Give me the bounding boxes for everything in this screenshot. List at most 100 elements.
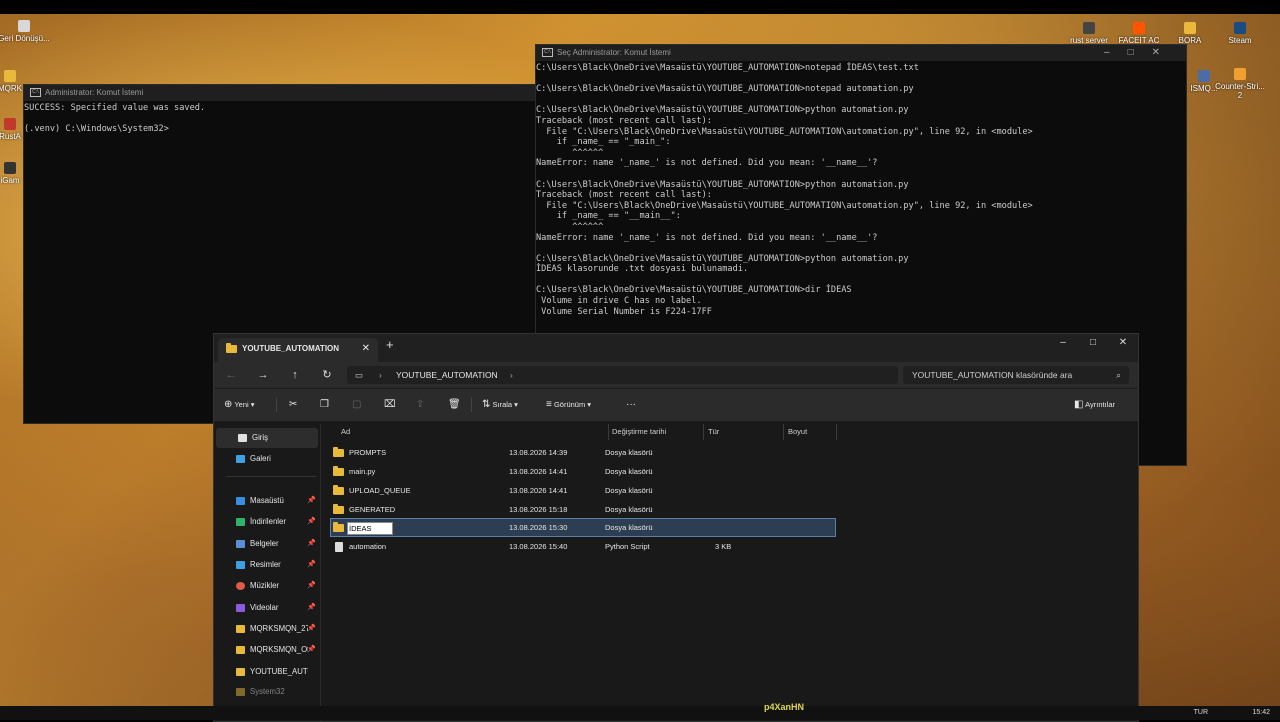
- file-name: PROMPTS: [349, 448, 387, 457]
- desktop-icon-faceit[interactable]: FACEIT AC: [1111, 22, 1167, 45]
- pin-icon[interactable]: 📌: [307, 491, 316, 511]
- nav-item-belgeler[interactable]: Belgeler 📌: [214, 534, 320, 554]
- column-separator[interactable]: [703, 424, 704, 440]
- sort-button[interactable]: ⇅ Sırala ▾: [482, 389, 518, 421]
- maximize-icon[interactable]: □: [1078, 334, 1108, 352]
- nav-item-masaustu[interactable]: Masaüstü 📌: [214, 491, 320, 511]
- nav-item-system32[interactable]: System32: [214, 682, 320, 702]
- folder-icon: [236, 646, 245, 654]
- nav-item-indirilenler[interactable]: İndirilenler 📌: [214, 512, 320, 532]
- divider: [471, 398, 472, 412]
- file-date: 13.08.2026 15:18: [509, 505, 568, 514]
- forward-arrow-icon[interactable]: →: [253, 365, 273, 385]
- folder-icon: [333, 482, 344, 499]
- breadcrumb[interactable]: ▭ › YOUTUBE_AUTOMATION ›: [347, 366, 898, 384]
- language-indicator[interactable]: TUR: [1194, 706, 1208, 720]
- nav-item-videolar[interactable]: Videolar 📌: [214, 598, 320, 618]
- pin-icon[interactable]: 📌: [307, 555, 316, 575]
- refresh-icon[interactable]: ↻: [317, 365, 337, 385]
- pin-icon[interactable]: 📌: [307, 534, 316, 554]
- terminal-titlebar[interactable]: C:\ Administrator: Komut İstemi: [24, 85, 544, 101]
- column-separator[interactable]: [783, 424, 784, 440]
- file-type: Dosya klasörü: [605, 486, 653, 495]
- download-icon: [236, 518, 245, 526]
- delete-icon[interactable]: 🗑: [448, 389, 461, 421]
- copy-icon[interactable]: ❐: [320, 389, 329, 421]
- file-name: GENERATED: [349, 505, 396, 514]
- details-pane-button[interactable]: ◧ Ayrıntılar: [1074, 389, 1115, 421]
- desktop-icon-bora[interactable]: BORA: [1162, 22, 1218, 45]
- desktop-icon-label: RustA: [0, 132, 21, 141]
- folder-icon: [333, 463, 344, 480]
- nav-divider: [226, 476, 316, 477]
- column-separator[interactable]: [608, 424, 609, 440]
- rename-icon[interactable]: ⌧: [384, 389, 396, 421]
- breadcrumb-item[interactable]: YOUTUBE_AUTOMATION: [396, 366, 498, 384]
- divider: [276, 398, 277, 412]
- terminal-titlebar[interactable]: C:\ Seç Administrator: Komut İstemi –□✕: [536, 45, 1186, 61]
- folder-icon: [1184, 22, 1196, 34]
- window-controls[interactable]: –□✕: [1104, 45, 1178, 61]
- column-separator[interactable]: [836, 424, 837, 440]
- share-icon[interactable]: ⇪: [416, 389, 424, 421]
- new-tab-button[interactable]: +: [386, 337, 394, 352]
- nav-item-label: Galeri: [250, 454, 271, 463]
- up-arrow-icon[interactable]: ↑: [285, 365, 305, 385]
- table-row-selected[interactable]: İDEAS 13.08.2026 15:30 Dosya klasörü: [330, 518, 836, 537]
- table-row[interactable]: GENERATED 13.08.2026 15:18 Dosya klasörü: [331, 501, 835, 518]
- column-header-size[interactable]: Boyut: [788, 424, 807, 440]
- nav-item-youtube-automation[interactable]: YOUTUBE_AUTOMA: [214, 662, 320, 682]
- column-header-date[interactable]: Değiştirme tarihi: [612, 424, 666, 440]
- cut-icon[interactable]: ✂: [289, 389, 297, 421]
- more-options-icon[interactable]: ···: [626, 389, 636, 421]
- pin-icon[interactable]: 📌: [307, 512, 316, 532]
- chevron-right-icon: ›: [379, 370, 382, 380]
- rename-input-value[interactable]: İDEAS: [347, 522, 393, 535]
- paste-icon[interactable]: ▢: [352, 389, 361, 421]
- nav-item-muzikler[interactable]: Müzikler 📌: [214, 576, 320, 596]
- desktop-icon-counter-strike[interactable]: Counter-Stri... 2: [1212, 68, 1268, 100]
- minimize-icon[interactable]: –: [1048, 334, 1078, 352]
- table-row[interactable]: UPLOAD_QUEUE 13.08.2026 14:41 Dosya klas…: [331, 482, 835, 499]
- tab-youtube-automation[interactable]: YOUTUBE_AUTOMATION ✕: [218, 338, 378, 362]
- pin-icon[interactable]: 📌: [307, 619, 316, 639]
- view-label: Görünüm: [553, 400, 586, 409]
- taskbar-clock[interactable]: 15:42: [1252, 706, 1270, 720]
- command-bar: ⊕ Yeni ▾ ✂ ❐ ▢ ⌧ ⇪ 🗑 ⇅ Sırala ▾ ≡ Görünü…: [214, 388, 1138, 421]
- folder-icon: [236, 625, 245, 633]
- pin-icon[interactable]: 📌: [307, 640, 316, 660]
- nav-item-label: Resimler: [250, 560, 281, 569]
- terminal-output[interactable]: C:\Users\Black\OneDrive\Masaüstü\YOUTUBE…: [536, 61, 1186, 317]
- view-icon: ≡: [546, 399, 552, 410]
- nav-item-label: Giriş: [252, 433, 269, 442]
- nav-item-mqrksmqn-ot[interactable]: MQRKSMQN_Ot 📌: [214, 640, 320, 660]
- close-window-icon[interactable]: ✕: [1108, 334, 1138, 352]
- desktop-icon-steam[interactable]: Steam: [1212, 22, 1268, 45]
- new-button[interactable]: ⊕ Yeni ▾: [224, 389, 255, 421]
- close-tab-icon[interactable]: ✕: [362, 338, 370, 360]
- nav-item-galeri[interactable]: Galeri: [214, 449, 320, 469]
- back-arrow-icon[interactable]: ←: [221, 365, 241, 385]
- nav-item-resimler[interactable]: Resimler 📌: [214, 555, 320, 575]
- file-list[interactable]: Ad Değiştirme tarihi Tür Boyut PROMPTS 1…: [320, 424, 1138, 721]
- table-row[interactable]: main.py 13.08.2026 14:41 Dosya klasörü: [331, 463, 835, 480]
- desktop-icon-recycle-bin[interactable]: Geri Dönüşü...: [0, 20, 52, 43]
- chevron-right-icon[interactable]: ›: [510, 366, 513, 384]
- taskbar: TUR 15:42: [0, 706, 1280, 720]
- column-header-type[interactable]: Tür: [708, 424, 719, 440]
- rename-input[interactable]: İDEAS: [347, 522, 393, 535]
- videos-icon: [236, 604, 245, 612]
- nav-item-label: MQRKSMQN_27: [250, 624, 308, 633]
- nav-item-mqrksmqn-27[interactable]: MQRKSMQN_27 📌: [214, 619, 320, 639]
- terminal-output[interactable]: SUCCESS: Specified value was saved. (.ve…: [24, 101, 544, 135]
- pin-icon[interactable]: 📌: [307, 598, 316, 618]
- search-input[interactable]: YOUTUBE_AUTOMATION klasöründe ara ⌕: [903, 366, 1129, 384]
- view-button[interactable]: ≡ Görünüm ▾: [546, 389, 591, 421]
- pin-icon[interactable]: 📌: [307, 576, 316, 596]
- file-explorer-window[interactable]: YOUTUBE_AUTOMATION ✕ + – □ ✕ ← → ↑ ↻ ▭ › Y…: [213, 333, 1139, 722]
- nav-item-giris[interactable]: Giriş: [216, 428, 318, 448]
- column-header-name[interactable]: Ad: [341, 424, 350, 440]
- table-row[interactable]: PROMPTS 13.08.2026 14:39 Dosya klasörü: [331, 444, 835, 461]
- desktop-icon-rust-server[interactable]: rust server: [1061, 22, 1117, 45]
- table-row[interactable]: automation 13.08.2026 15:40 Python Scrip…: [331, 538, 835, 555]
